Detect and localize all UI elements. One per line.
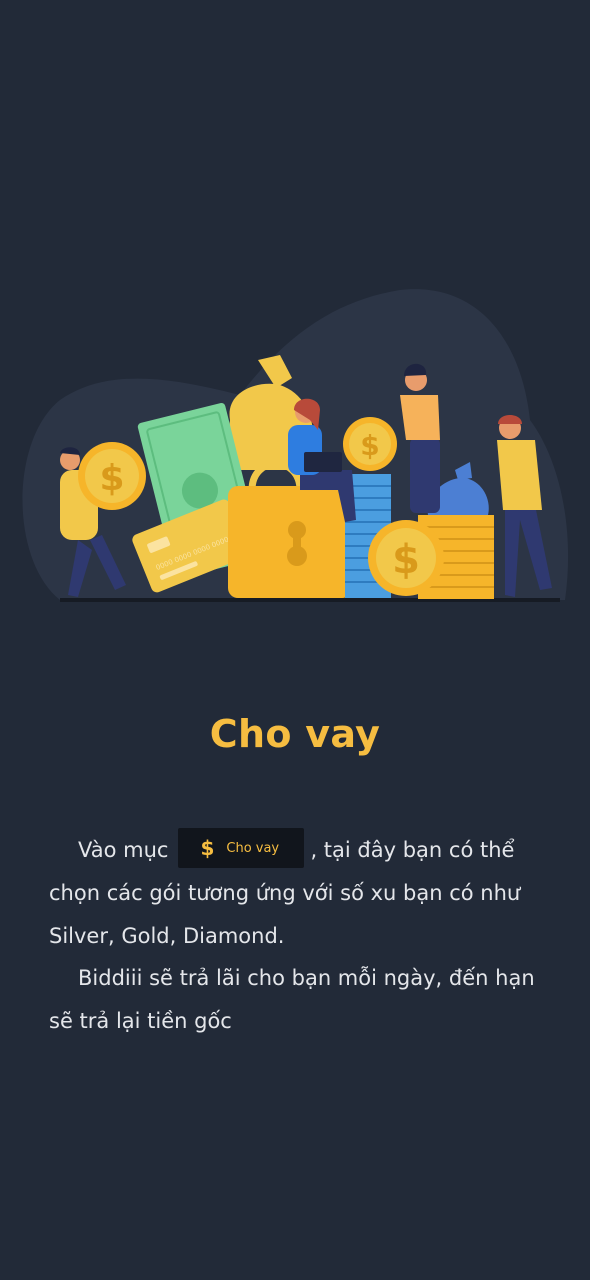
svg-text:$: $ [99,458,124,499]
coin-icon: $ [368,520,444,596]
instruction-paragraph-1: Vào mục $ Cho vay, tại đây bạn có thể chọn… [49,828,564,958]
coin-icon: $ [343,417,397,471]
cho-vay-button[interactable]: $ Cho vay [178,828,305,868]
svg-text:$: $ [392,537,420,583]
instruction-paragraph-2: Biddiii sẽ trả lãi cho bạn mỗi ngày, đến… [49,957,564,1043]
page-title: Cho vay [209,712,381,756]
svg-text:$: $ [360,429,379,462]
text-before-button: Vào mục [78,838,169,862]
coin-icon: $ [78,442,146,510]
cho-vay-button-label: Cho vay [226,840,280,856]
paragraph-2-text: Biddiii sẽ trả lãi cho bạn mỗi ngày, đến… [49,966,535,1033]
loan-illustration: 0000 0000 0000 0000 $ $ $ [22,289,569,602]
dollar-icon: $ [200,836,215,860]
